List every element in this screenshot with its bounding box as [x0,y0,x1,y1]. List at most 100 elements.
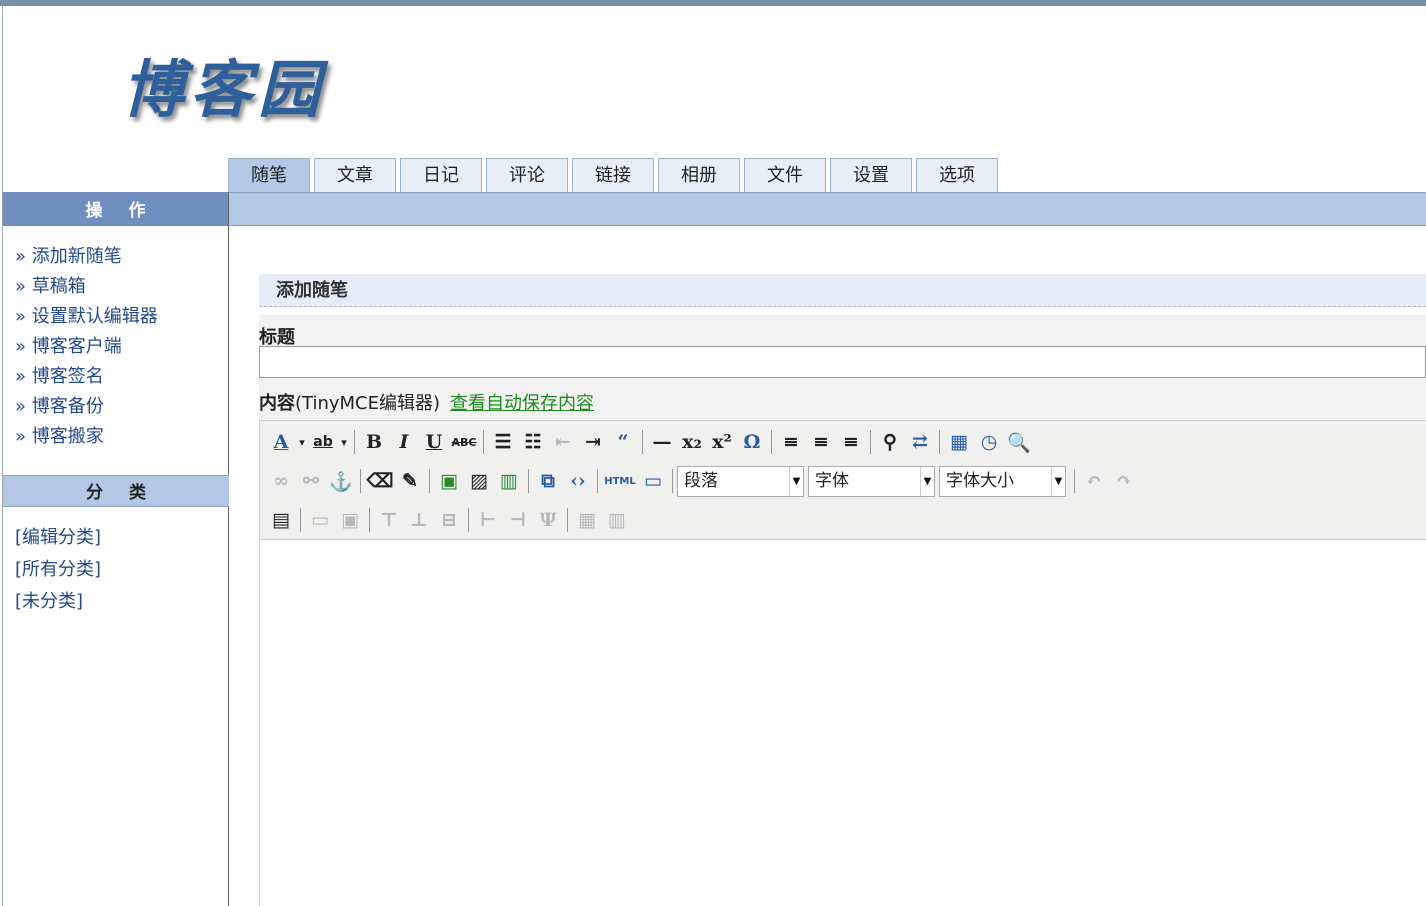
logo: 博客园 [122,48,332,132]
subscript-icon[interactable]: x₂ [677,427,707,457]
unlink-icon[interactable]: ⚯ [296,466,326,496]
delete-col-icon[interactable]: Ψ [533,505,563,535]
top-border [0,0,1426,6]
tab-bar [228,192,1426,226]
category-edit[interactable]: [编辑分类] [15,522,101,554]
font-select-value: 字体 [815,470,849,491]
sidebar-item-drafts[interactable]: » 草稿箱 [15,272,158,302]
bold-icon[interactable]: B [359,427,389,457]
sidebar-item-blog-client[interactable]: » 博客客户端 [15,332,158,362]
delete-row-icon[interactable]: ⊟ [434,505,464,535]
tab-comments[interactable]: 评论 [486,158,568,193]
align-center-icon[interactable]: ≡ [806,427,836,457]
special-char-icon[interactable]: Ω [737,427,767,457]
toolbar-row-2: ∞ ⚯ ⚓ ⌫ ✎ ▣ ▨ ▥ ⧉ ‹› HTML ▭ 段落 ▼ 字体 ▼ 字体大小… [266,464,1139,498]
html-source-icon[interactable]: HTML [602,466,638,496]
preview-icon[interactable]: 🔍 [1004,427,1034,457]
toolbar-separator [528,469,529,493]
tab-album[interactable]: 相册 [658,158,740,193]
sidebar-item-default-editor[interactable]: » 设置默认编辑器 [15,302,158,332]
tab-diary[interactable]: 日记 [400,158,482,193]
content-editor-name: (TinyMCE编辑器) [295,393,441,414]
category-uncategorized[interactable]: [未分类] [15,586,101,618]
content-label-line: 内容(TinyMCE编辑器) 查看自动保存内容 [259,389,594,415]
toolbar-separator [360,469,361,493]
superscript-icon[interactable]: x² [707,427,737,457]
tab-settings[interactable]: 设置 [830,158,912,193]
logo-text: 博客园 [122,53,327,126]
autosave-link[interactable]: 查看自动保存内容 [450,393,594,414]
tab-options[interactable]: 选项 [916,158,998,193]
split-cells-icon[interactable]: ▦ [572,505,602,535]
sidebar-item-blog-move[interactable]: » 博客搬家 [15,422,158,452]
indent-icon[interactable]: ⇥ [578,427,608,457]
tab-articles[interactable]: 文章 [314,158,396,193]
underline-icon[interactable]: U [419,427,449,457]
horizontal-rule-icon[interactable]: — [647,427,677,457]
undo-icon[interactable]: ↶ [1079,466,1109,496]
sidebar-category-list: [编辑分类] [所有分类] [未分类] [15,522,101,618]
align-right-icon[interactable]: ≡ [836,427,866,457]
strikethrough-icon[interactable]: ABC [449,427,479,457]
tab-links[interactable]: 链接 [572,158,654,193]
toolbar-separator [597,469,598,493]
tinymce-editor: A ▾ ab ▾ B I U ABC ☰ ☷ ⇤ ⇥ “ — x₂ x² Ω ≡… [259,420,1426,906]
sidebar-item-add-post[interactable]: » 添加新随笔 [15,242,158,272]
toolbar-separator [939,430,940,454]
toolbar-separator [429,469,430,493]
sidebar-ops-header: 操作 [3,192,228,226]
font-size-select[interactable]: 字体大小 ▼ [939,465,1066,497]
fullscreen-icon[interactable]: ▭ [638,466,668,496]
outdent-icon[interactable]: ⇤ [548,427,578,457]
insert-media-icon[interactable]: ▥ [494,466,524,496]
toolbar-separator [354,430,355,454]
link-icon[interactable]: ∞ [266,466,296,496]
redo-icon[interactable]: ↷ [1109,466,1139,496]
sidebar-item-blog-signature[interactable]: » 博客签名 [15,362,158,392]
merge-cells-icon[interactable]: ▥ [602,505,632,535]
numbered-list-icon[interactable]: ☷ [518,427,548,457]
insert-code-icon[interactable]: ⧉ [533,466,563,496]
insert-row-before-icon[interactable]: ⊤ [374,505,404,535]
code-view-icon[interactable]: ‹› [563,466,593,496]
sidebar-item-blog-backup[interactable]: » 博客备份 [15,392,158,422]
bullet-list-icon[interactable]: ☰ [488,427,518,457]
insert-date-icon[interactable]: ▦ [944,427,974,457]
tab-files[interactable]: 文件 [744,158,826,193]
toolbar-separator [300,508,301,532]
tab-posts[interactable]: 随笔 [228,158,310,193]
insert-table-icon[interactable]: ▤ [266,505,296,535]
anchor-icon[interactable]: ⚓ [326,466,356,496]
sidebar-category-header: 分类 [3,475,229,507]
align-left-icon[interactable]: ≡ [776,427,806,457]
sidebar-ops-list: » 添加新随笔 » 草稿箱 » 设置默认编辑器 » 博客客户端 » 博客签名 »… [15,242,158,452]
upload-image-icon[interactable]: ▨ [464,466,494,496]
toolbar-separator [468,508,469,532]
insert-col-after-icon[interactable]: ⊣ [503,505,533,535]
find-icon[interactable]: ⚲ [875,427,905,457]
insert-row-after-icon[interactable]: ⊥ [404,505,434,535]
editor-toolbar: A ▾ ab ▾ B I U ABC ☰ ☷ ⇤ ⇥ “ — x₂ x² Ω ≡… [260,421,1426,540]
toolbar-row-1: A ▾ ab ▾ B I U ABC ☰ ☷ ⇤ ⇥ “ — x₂ x² Ω ≡… [266,425,1034,459]
font-color-icon[interactable]: A [266,427,296,457]
blockquote-icon[interactable]: “ [608,427,638,457]
insert-time-icon[interactable]: ◷ [974,427,1004,457]
italic-icon[interactable]: I [389,427,419,457]
highlight-dropdown-icon[interactable]: ▾ [338,427,350,457]
category-all[interactable]: [所有分类] [15,554,101,586]
toolbar-separator [642,430,643,454]
highlight-color-icon[interactable]: ab [308,427,338,457]
insert-col-before-icon[interactable]: ⊢ [473,505,503,535]
format-select[interactable]: 段落 ▼ [677,465,804,497]
clean-up-icon[interactable]: ✎ [395,466,425,496]
editor-content-area[interactable] [260,540,1426,906]
toolbar-separator [672,469,673,493]
row-props-icon[interactable]: ▭ [305,505,335,535]
insert-image-icon[interactable]: ▣ [434,466,464,496]
eraser-icon[interactable]: ⌫ [365,466,395,496]
title-input[interactable] [259,346,1426,378]
font-family-select[interactable]: 字体 ▼ [808,465,935,497]
cell-props-icon[interactable]: ▣ [335,505,365,535]
replace-icon[interactable]: ⇄ [905,427,935,457]
font-color-dropdown-icon[interactable]: ▾ [296,427,308,457]
